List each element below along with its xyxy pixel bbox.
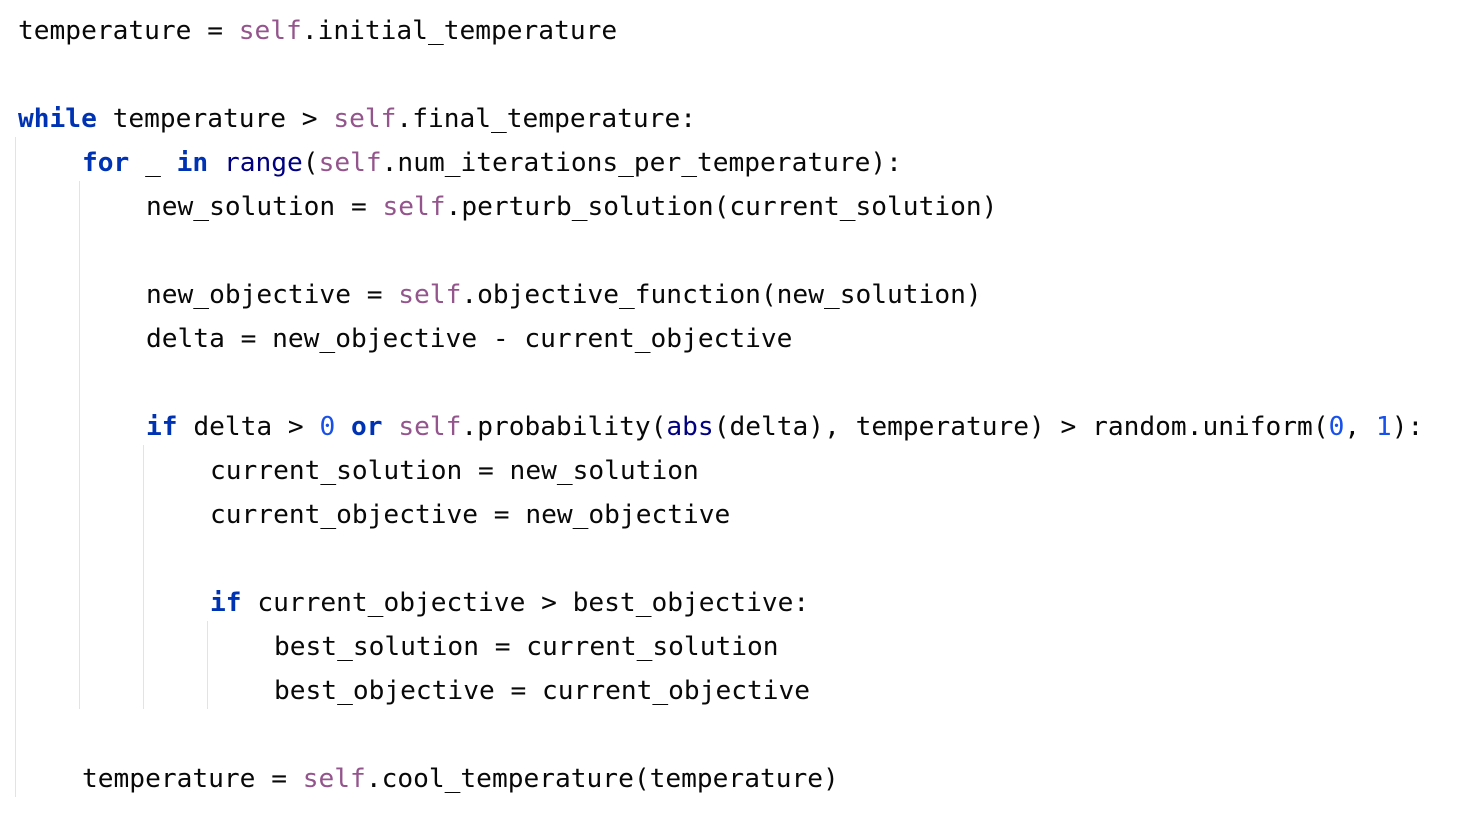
code-line[interactable]: while temperature > self.final_temperatu… (18, 97, 696, 141)
code-token-plain: delta = new_objective - current_objectiv… (146, 324, 793, 354)
indent-guide (207, 621, 208, 709)
code-line[interactable]: delta = new_objective - current_objectiv… (146, 317, 792, 361)
code-line[interactable]: temperature = self.cool_temperature(temp… (82, 757, 839, 801)
code-token-plain: best_solution = current_solution (274, 632, 779, 662)
code-token-plain: (delta), temperature) > random.uniform( (713, 412, 1329, 442)
code-token-self: self (398, 280, 462, 310)
code-token-self: self (238, 16, 302, 46)
code-token-plain: new_solution = (146, 192, 383, 222)
code-editor[interactable]: temperature = self.initial_temperature wh… (0, 0, 1468, 818)
indent-guide (79, 181, 80, 709)
code-token-keyword: if (210, 588, 242, 618)
code-token-plain: current_objective > best_objective: (241, 588, 810, 618)
code-line[interactable]: if delta > 0 or self.probability(abs(del… (146, 405, 1423, 449)
code-token-plain: .objective_function(new_solution) (461, 280, 982, 310)
code-line[interactable]: current_objective = new_objective (210, 493, 730, 537)
code-token-plain: best_objective = current_objective (274, 676, 811, 706)
code-token-plain: ): (1391, 412, 1424, 442)
code-token-plain: temperature = (18, 16, 239, 46)
code-token-builtin: range (223, 148, 303, 178)
code-token-self: self (318, 148, 382, 178)
code-token-plain: current_objective = new_objective (210, 500, 731, 530)
code-token-plain: .cool_temperature(temperature) (365, 764, 839, 794)
code-token-plain: .initial_temperature (301, 16, 618, 46)
indent-guide (143, 445, 144, 709)
code-token-plain: .final_temperature: (396, 104, 696, 134)
code-line[interactable]: current_solution = new_solution (210, 449, 699, 493)
code-token-keyword: while (18, 104, 97, 134)
code-line[interactable]: best_solution = current_solution (274, 625, 779, 669)
code-token-plain: delta > (177, 412, 320, 442)
code-token-plain: ( (302, 148, 319, 178)
code-token-plain: , (1344, 412, 1376, 442)
code-line[interactable]: new_solution = self.perturb_solution(cur… (146, 185, 997, 229)
code-token-self: self (382, 192, 446, 222)
code-token-keyword: or (351, 412, 383, 442)
code-token-plain: new_objective = (146, 280, 399, 310)
code-token-keyword: if (146, 412, 178, 442)
code-token-number: 1 (1375, 412, 1392, 442)
code-token-self: self (302, 764, 366, 794)
code-token-plain: temperature > (96, 104, 334, 134)
code-token-number: 0 (1328, 412, 1345, 442)
code-line[interactable]: if current_objective > best_objective: (210, 581, 809, 625)
code-line[interactable]: new_objective = self.objective_function(… (146, 273, 982, 317)
code-line[interactable]: for _ in range(self.num_iterations_per_t… (82, 141, 902, 185)
code-token-keyword: in (176, 148, 209, 178)
code-token-number: 0 (319, 412, 336, 442)
code-token-builtin: abs (666, 412, 714, 442)
indent-guide (15, 137, 16, 797)
code-token-self: self (398, 412, 462, 442)
code-token-plain: .probability( (461, 412, 667, 442)
code-token-plain: .num_iterations_per_temperature): (381, 148, 902, 178)
code-token-plain: _ (129, 148, 177, 178)
code-token-self: self (333, 104, 397, 134)
code-line[interactable]: best_objective = current_objective (274, 669, 810, 713)
code-line[interactable]: temperature = self.initial_temperature (18, 9, 617, 53)
code-token-plain: current_solution = new_solution (210, 456, 699, 486)
code-token-keyword: for (82, 148, 130, 178)
code-token-plain: .perturb_solution(current_solution) (445, 192, 998, 222)
code-token-plain: temperature = (82, 764, 303, 794)
